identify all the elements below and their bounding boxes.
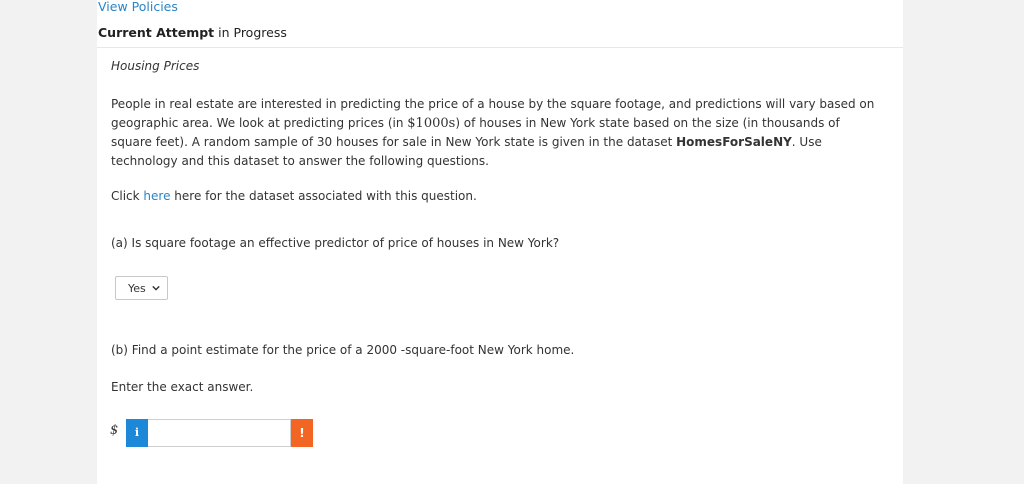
intro-money: $1000s	[407, 116, 456, 131]
part-b-prompt: (b) Find a point estimate for the price …	[111, 343, 575, 357]
exclamation-icon[interactable]: !	[291, 419, 313, 447]
part-a-selected-value: Yes	[128, 282, 146, 295]
info-icon[interactable]: i	[126, 419, 148, 447]
part-a-prompt: (a) Is square footage an effective predi…	[111, 236, 560, 250]
dataset-name: HomesForSaleNY	[676, 135, 792, 149]
answer-input[interactable]	[148, 419, 291, 447]
dataset-line: Click here here for the dataset associat…	[111, 189, 477, 203]
view-policies-link[interactable]: View Policies	[98, 0, 178, 14]
attempt-status: Current Attempt in Progress	[98, 25, 287, 40]
click-suffix: here for the dataset associated with thi…	[170, 189, 477, 203]
exact-answer-instruction: Enter the exact answer.	[111, 380, 254, 394]
currency-symbol: $	[110, 423, 119, 438]
part-a-select[interactable]: Yes	[115, 276, 168, 300]
question-intro: People in real estate are interested in …	[111, 95, 881, 171]
click-prefix: Click	[111, 189, 144, 203]
divider	[97, 47, 903, 48]
attempt-status-rest: in Progress	[214, 25, 287, 40]
question-title: Housing Prices	[111, 59, 200, 73]
question-page: View Policies Current Attempt in Progres…	[97, 0, 903, 484]
chevron-down-icon	[152, 285, 160, 291]
attempt-status-bold: Current Attempt	[98, 25, 215, 40]
dataset-link[interactable]: here	[143, 189, 170, 203]
